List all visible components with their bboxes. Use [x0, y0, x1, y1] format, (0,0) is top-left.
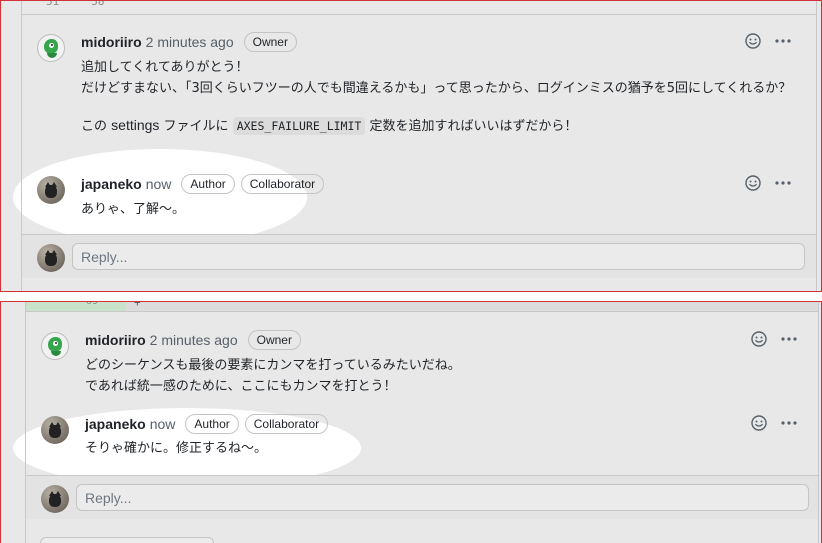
comment-actions	[750, 330, 798, 348]
thread-container: 51 58 midoriiro 2 minutes ago Owner 追加して…	[21, 1, 817, 291]
comment-line: どのシーケンスも最後の要素にカンマを打っているみたいだね。	[85, 358, 461, 373]
role-badge-owner: Owner	[247, 330, 301, 350]
smiley-icon[interactable]	[750, 330, 768, 348]
reply-row	[26, 475, 818, 519]
diff-line-numbers: 51 58	[46, 0, 105, 9]
comment-body: そりゃ確かに。修正するね〜。	[85, 438, 267, 459]
inline-code: AXES_FAILURE_LIMIT	[232, 117, 366, 135]
comment-author[interactable]: midoriiro	[81, 34, 142, 50]
smiley-icon[interactable]	[750, 414, 768, 432]
avatar[interactable]	[37, 176, 65, 204]
role-badge-author: Author	[181, 174, 235, 194]
line-number: 69	[86, 301, 99, 307]
role-badge-collaborator: Collaborator	[240, 174, 325, 194]
comment-timestamp[interactable]: now	[150, 416, 176, 432]
avatar	[41, 485, 69, 513]
avatar[interactable]	[41, 416, 69, 444]
comment-line: ありゃ、了解〜。	[81, 202, 186, 217]
comment-line: そりゃ確かに。修正するね〜。	[85, 441, 268, 456]
comment-header: midoriiro 2 minutes ago Owner	[85, 330, 301, 350]
kebab-horizontal-icon[interactable]	[780, 414, 798, 432]
kebab-horizontal-icon[interactable]	[774, 32, 792, 50]
review-thread-top: 51 58 midoriiro 2 minutes ago Owner 追加して…	[0, 0, 822, 292]
comment-header: midoriiro 2 minutes ago Owner	[81, 32, 297, 52]
role-badge-owner: Owner	[243, 32, 297, 52]
kebab-horizontal-icon[interactable]	[780, 330, 798, 348]
comment-line: であれば統一感のために、ここにもカンマを打とう！	[85, 379, 397, 394]
comment-actions	[750, 414, 798, 432]
comment-timestamp[interactable]: 2 minutes ago	[150, 332, 238, 348]
avatar[interactable]	[41, 332, 69, 360]
comment-body: どのシーケンスも最後の要素にカンマを打っているみたいだね。 であれば統一感のため…	[85, 355, 461, 397]
role-badge-author: Author	[185, 414, 239, 434]
comment-line: 追加してくれてありがとう！	[81, 60, 249, 75]
divider	[22, 14, 816, 15]
line-number: 58	[91, 0, 105, 8]
comment-author[interactable]: midoriiro	[85, 332, 146, 348]
kebab-horizontal-icon[interactable]	[774, 174, 792, 192]
reply-row	[22, 234, 816, 278]
smiley-icon[interactable]	[744, 174, 762, 192]
diff-plus-sign: +	[134, 301, 141, 309]
comment-timestamp[interactable]: 2 minutes ago	[146, 34, 234, 50]
role-badge-collaborator: Collaborator	[244, 414, 329, 434]
comment-header: japaneko now Author Collaborator	[85, 414, 329, 434]
thread-container: 69 + midoriiro 2 minutes ago Owner どのシーケ…	[25, 302, 819, 543]
comment-body: 追加してくれてありがとう！ だけどすまない、「3回くらいフツーの人でも間違えるか…	[81, 57, 791, 137]
diff-line: 69 +	[26, 302, 818, 311]
avatar[interactable]	[37, 34, 65, 62]
resolve-conversation-button[interactable]	[40, 537, 214, 543]
comment-author[interactable]: japaneko	[85, 416, 146, 432]
review-thread-bottom: 69 + midoriiro 2 minutes ago Owner どのシーケ…	[0, 301, 822, 543]
line-number: 51	[46, 0, 60, 8]
comment-line: だけどすまない、「3回くらいフツーの人でも間違えるかも」って思ったから、ログイン…	[81, 81, 792, 96]
avatar	[37, 244, 65, 272]
smiley-icon[interactable]	[744, 32, 762, 50]
comment-timestamp[interactable]: now	[146, 176, 172, 192]
comment-actions	[744, 174, 792, 192]
comment-line: この settings ファイルに AXES_FAILURE_LIMIT 定数を…	[81, 117, 578, 135]
comment-body: ありゃ、了解〜。	[81, 199, 185, 220]
diff-added-gutter	[26, 302, 126, 311]
comment-header: japaneko now Author Collaborator	[81, 174, 325, 194]
comment-author[interactable]: japaneko	[81, 176, 142, 192]
divider	[26, 311, 818, 312]
reply-input[interactable]	[72, 243, 805, 270]
reply-input[interactable]	[76, 484, 809, 511]
comment-actions	[744, 32, 792, 50]
